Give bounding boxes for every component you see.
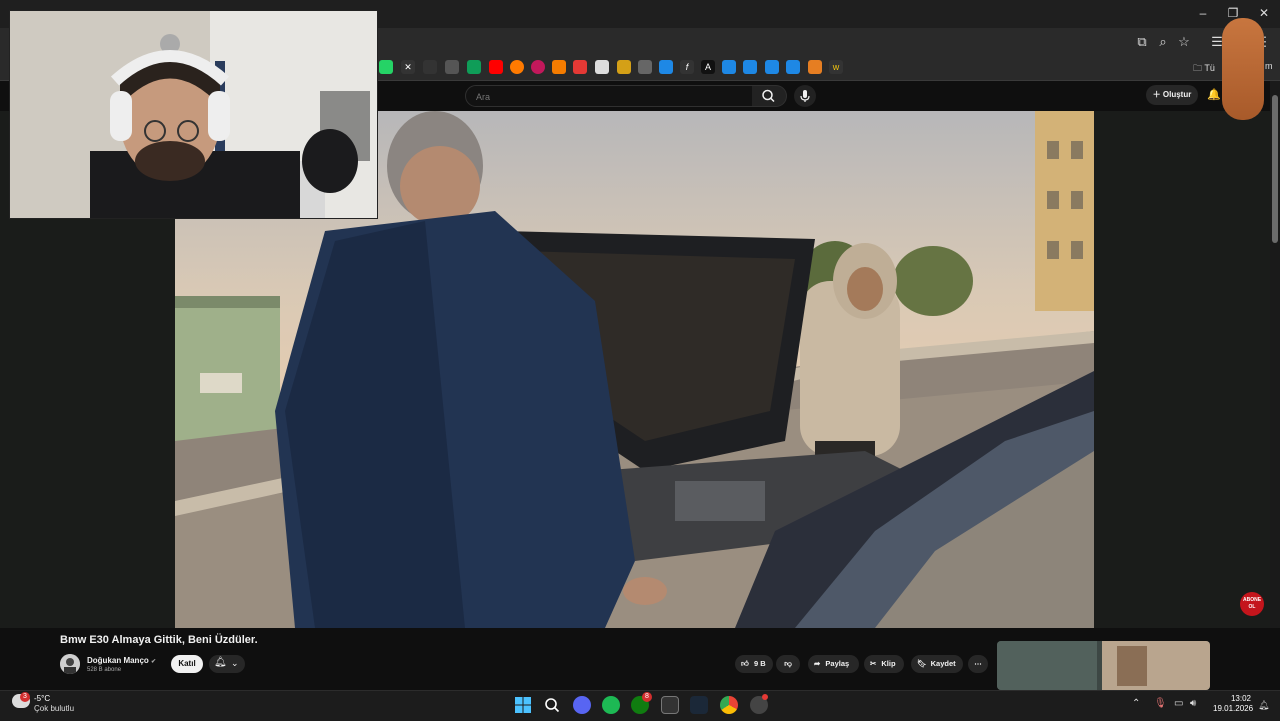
zoom-icon[interactable]: ⌕	[1154, 33, 1172, 51]
taskbar-search-icon[interactable]	[543, 696, 561, 714]
share-icon: ➦	[814, 659, 821, 668]
avatar-image	[60, 654, 80, 674]
more-icon: ⋯	[974, 659, 982, 668]
clip-button[interactable]: ✂ Klip	[864, 655, 904, 673]
weather-description[interactable]: Çok bulutlu	[34, 704, 74, 713]
steam-bookmark-icon[interactable]	[659, 60, 673, 74]
like-count: 9 B	[753, 659, 766, 668]
microphone-icon	[800, 90, 810, 102]
channel-avatar[interactable]	[60, 654, 80, 674]
search-button[interactable]	[752, 85, 787, 107]
drive-bookmark-icon[interactable]	[467, 60, 481, 74]
bookmark-icon-11[interactable]	[617, 60, 631, 74]
steam-icon[interactable]	[690, 696, 708, 714]
weather-temperature[interactable]: -5°C	[34, 694, 50, 703]
taskbar-clock[interactable]: 13:02	[1213, 694, 1251, 703]
orange-bookmark-icon[interactable]	[510, 60, 524, 74]
weather-badge: 3	[20, 692, 30, 702]
bookmark-icon-12[interactable]	[638, 60, 652, 74]
abone-line1: ABONE	[1242, 597, 1262, 603]
windows-start-icon[interactable]	[514, 696, 532, 714]
create-button[interactable]: ＋ Oluştur	[1146, 85, 1198, 105]
tray-volume-icon[interactable]: 🔊︎	[1190, 698, 1196, 709]
subscriber-count: 528 B abone	[87, 667, 122, 673]
steam-bookmark-icon-4[interactable]	[765, 60, 779, 74]
recommended-thumbnail-image	[997, 641, 1210, 690]
recording-indicator-icon	[762, 694, 768, 700]
share-label: Paylaş	[825, 659, 850, 668]
scrollbar-thumb[interactable]	[1272, 95, 1278, 243]
steam-bookmark-icon-2[interactable]	[722, 60, 736, 74]
channel-name: Doğukan Manço	[87, 656, 149, 665]
dribbble-bookmark-icon[interactable]	[531, 60, 545, 74]
database-bookmark-icon[interactable]	[595, 60, 609, 74]
notification-center-icon[interactable]: 🔔︎	[1258, 700, 1269, 711]
subscribe-overlay-badge[interactable]: ABONE OL	[1240, 592, 1264, 616]
save-label: Kaydet	[930, 659, 956, 668]
search-box[interactable]	[465, 85, 754, 107]
recommended-video-thumbnail[interactable]	[997, 641, 1210, 690]
tray-mic-icon[interactable]: 🎙︎	[1154, 698, 1167, 709]
steam-bookmark-icon-3[interactable]	[743, 60, 757, 74]
spotify-icon[interactable]	[602, 696, 620, 714]
x-bookmark-icon[interactable]: ✕	[401, 60, 415, 74]
bookmark-icon-9[interactable]	[573, 60, 587, 74]
thumb-up-icon: 👍︎	[741, 659, 749, 668]
video-title: Bmw E30 Almaya Gittik, Beni Üzdüler.	[60, 634, 258, 646]
tray-network-icon[interactable]: ▭	[1174, 698, 1183, 709]
chrome-icon[interactable]	[720, 696, 738, 714]
folder-bookmark-icon[interactable]	[445, 60, 459, 74]
subscription-bell-button[interactable]: 🔔︎ ⌄	[209, 655, 245, 673]
thumb-down-icon: 👎︎	[784, 659, 792, 668]
f-bookmark-icon[interactable]: f	[680, 60, 694, 74]
w-bookmark-icon[interactable]: w	[829, 60, 843, 74]
save-button[interactable]: 🔖︎ Kaydet	[911, 655, 963, 673]
app-icon[interactable]	[661, 696, 679, 714]
abone-line2: OL	[1248, 604, 1256, 610]
taskbar-date[interactable]: 19.01.2026	[1213, 704, 1253, 713]
app-bookmark-icon[interactable]	[423, 60, 437, 74]
clip-label: Klip	[881, 659, 896, 668]
bookmark-star-icon[interactable]: ☆	[1175, 33, 1193, 51]
join-button[interactable]: Katıl	[171, 655, 203, 673]
verified-icon: ✔	[151, 659, 157, 665]
scissors-icon: ✂	[870, 659, 877, 668]
notifications-bell-icon[interactable]: 🔔	[1207, 88, 1221, 101]
steam-bookmark-icon-5[interactable]	[786, 60, 800, 74]
search-icon	[762, 89, 775, 103]
webcam-overlay	[9, 10, 378, 219]
bookmark-icon: 🔖︎	[917, 659, 927, 668]
close-window-button[interactable]: ✕	[1253, 4, 1275, 22]
share-button[interactable]: ➦ Paylaş	[808, 655, 859, 673]
whatsapp-bookmark-icon[interactable]	[379, 60, 393, 74]
tray-chevron-up-icon[interactable]: ⌃	[1132, 698, 1140, 709]
discord-icon[interactable]	[573, 696, 591, 714]
search-input[interactable]	[474, 88, 738, 106]
dislike-button[interactable]: 👎︎	[776, 655, 800, 673]
create-label: Oluştur	[1162, 90, 1192, 99]
channel-name-row[interactable]: Doğukan Manço ✔	[87, 656, 156, 665]
more-actions-button[interactable]: ⋯	[968, 655, 988, 673]
sandal-image	[1222, 18, 1264, 120]
bookmark-icon-8[interactable]	[552, 60, 566, 74]
bookmark-folder[interactable]: 🗀 Tü	[1193, 61, 1215, 77]
bell-icon: 🔔︎	[214, 657, 227, 668]
plus-icon: ＋	[1152, 90, 1161, 99]
minimize-button[interactable]: –	[1192, 4, 1214, 22]
a-bookmark-icon[interactable]: A	[701, 60, 715, 74]
bookmark-folder-right-label[interactable]: m	[1265, 61, 1273, 71]
cast-icon[interactable]: ⧉	[1133, 33, 1151, 51]
voice-search-button[interactable]	[794, 85, 816, 107]
bookmark-folder-label: Tü	[1204, 63, 1215, 73]
youtube-bookmark-icon[interactable]	[489, 60, 503, 74]
chevron-down-icon: ⌄	[231, 658, 239, 668]
xbox-badge: 8	[642, 692, 652, 702]
webcam-image	[10, 11, 377, 218]
like-button[interactable]: 👍︎ 9 B	[735, 655, 773, 673]
bookmark-icon-20[interactable]	[808, 60, 822, 74]
